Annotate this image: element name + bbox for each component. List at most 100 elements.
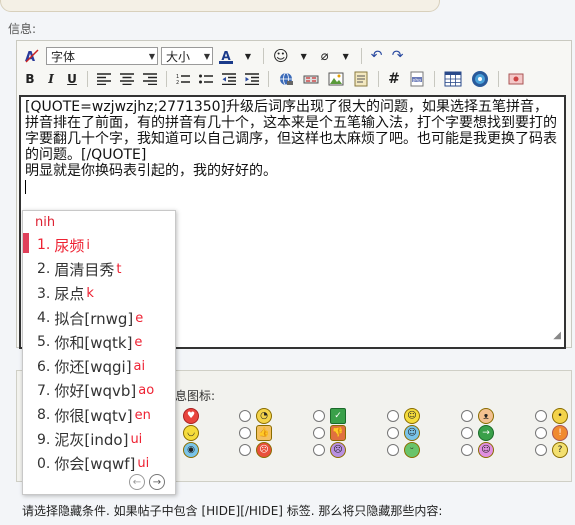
mood-radio[interactable] [387,427,399,439]
remove-format-icon[interactable]: A [21,47,43,65]
ime-candidate-item[interactable]: 7. 你好[wqvb] ao [23,379,177,403]
code-hash-button[interactable]: # [385,70,403,88]
ime-candidate-number: 0. [37,455,51,472]
toolbar-separator [434,71,435,87]
ime-candidate-number: 3. [37,285,51,302]
php-code-icon[interactable]: php [406,70,428,88]
svg-text:2: 2 [176,80,179,85]
email-link-icon[interactable] [300,70,322,88]
size-select[interactable]: 大小 ▼ [161,47,213,65]
ime-candidate-text: 拟合[rnwg] [54,309,134,328]
mood-radio[interactable] [239,427,251,439]
align-left-icon[interactable] [94,70,114,88]
mood-radio[interactable] [461,427,473,439]
ime-candidate-hint: ui [130,432,143,448]
toolbar-row-1: A 字体 ▼ 大小 ▼ A ▼ ☺ ▼ ⌀ ▼ ↶ ↷ [21,45,407,67]
size-select-value: 大小 [166,49,191,64]
ime-candidate-text: 你好[wqvb] [54,382,137,401]
table-icon[interactable] [441,70,465,88]
pink-face-icon: ☺ [478,442,494,458]
smiley-icon[interactable]: ☺ [270,47,292,65]
ime-candidate-item[interactable]: 8. 你很[wqtv] en [23,403,177,427]
image-icon[interactable] [325,70,347,88]
ime-candidate-item[interactable]: 1. 尿频 i [23,233,177,257]
media-icon[interactable] [468,70,492,88]
ime-candidate-number: 9. [37,431,51,448]
ime-candidate-item[interactable]: 9. 泥灰[indo] ui [23,427,177,451]
sunglasses-face-icon: ◉ [183,442,199,458]
arrow-right-icon: → [478,425,494,441]
ime-candidate-item[interactable]: 3. 尿点 k [23,282,177,306]
heart-icon: ♥ [183,408,199,424]
ime-candidate-hint: e [134,334,143,350]
mood-radio[interactable] [313,410,325,422]
underline-button[interactable]: U [63,70,81,88]
angry-face-icon: ☹ [256,442,272,458]
ime-candidate-text: 眉清目秀 [54,260,115,279]
ime-next-page-button[interactable]: → [149,474,165,490]
neutral-face-icon: • [552,408,568,424]
ime-candidate-item[interactable]: 6. 你还[wqgi] ai [23,354,177,378]
resize-grip-icon[interactable]: ◢ [553,328,561,344]
font-color-swatch [219,60,233,64]
chevron-down-icon: ▼ [203,51,210,61]
mood-radio[interactable] [535,427,547,439]
chevron-down-icon[interactable]: ▼ [337,47,355,65]
mood-radio[interactable] [313,444,325,456]
chevron-down-icon[interactable]: ▼ [295,47,313,65]
mood-radio[interactable] [461,444,473,456]
ime-candidate-text: 尿频 [54,236,85,255]
redo-icon[interactable]: ↷ [389,47,407,65]
mood-radio[interactable] [535,444,547,456]
ime-candidate-item[interactable]: 2. 眉清目秀 t [23,257,177,281]
outdent-icon[interactable] [219,70,239,88]
ime-candidate-number: 8. [37,407,51,424]
mood-radio[interactable] [535,410,547,422]
toolbar-separator [268,71,269,87]
toolbar-row-2: B I U 12 # php [21,68,527,90]
mood-icon: ◡ [183,425,199,441]
php-label: php [413,77,422,83]
bold-button[interactable]: B [21,70,39,88]
top-rounded-bar [0,0,440,12]
ime-candidate-hint: t [116,261,122,277]
warning-icon: ! [552,425,568,441]
ordered-list-icon[interactable]: 12 [173,70,193,88]
video-icon[interactable] [505,70,527,88]
mood-radio[interactable] [239,410,251,422]
attachment-icon[interactable]: ⌀ [316,47,334,65]
link-icon[interactable] [275,70,297,88]
ime-prev-page-button[interactable]: ← [129,474,145,490]
ime-candidate-hint: k [86,286,94,302]
text-caret [25,180,26,194]
ime-candidate-number: 5. [37,334,51,351]
toolbar-separator [263,48,264,64]
mood-radio[interactable] [387,410,399,422]
ime-candidate-number: 1. [37,237,51,254]
undo-icon[interactable]: ↶ [368,47,386,65]
align-center-icon[interactable] [117,70,137,88]
italic-button[interactable]: I [42,70,60,88]
hide-condition-text: 请选择隐藏条件. 如果帖子中包含 [HIDE][/HIDE] 标签. 那么将只隐… [22,504,443,518]
ime-candidate-item[interactable]: 4. 拟合[rnwg] e [23,306,177,330]
ime-candidate-number: 6. [37,358,51,375]
mood-icons-label: 息图标: [175,389,216,403]
pig-face-icon: ᴥ [478,408,494,424]
chevron-down-icon[interactable]: ▼ [239,47,257,65]
mood-radio[interactable] [313,427,325,439]
mood-radio[interactable] [461,410,473,422]
ime-candidate-list: 1. 尿频 i 2. 眉清目秀 t 3. 尿点 k 4. 拟合[rnwg] e 5. 你和[wqtk] e 6… [23,233,177,476]
unordered-list-icon[interactable] [196,70,216,88]
ime-candidate-item[interactable]: 5. 你和[wqtk] e [23,330,177,354]
mood-radio[interactable] [239,444,251,456]
ime-candidate-item[interactable]: 0. 你会[wqwf] ui [23,452,177,476]
message-text: [QUOTE=wzjwzjhz;2771350]升级后词序出现了很大的问题，如果… [25,99,557,179]
font-color-button[interactable]: A [216,47,236,65]
ime-candidate-text: 你会[wqwf] [54,455,136,474]
indent-icon[interactable] [242,70,262,88]
font-select-value: 字体 [51,49,76,64]
quote-icon[interactable] [350,70,372,88]
align-right-icon[interactable] [140,70,160,88]
font-select[interactable]: 字体 ▼ [46,47,158,65]
mood-radio[interactable] [387,444,399,456]
